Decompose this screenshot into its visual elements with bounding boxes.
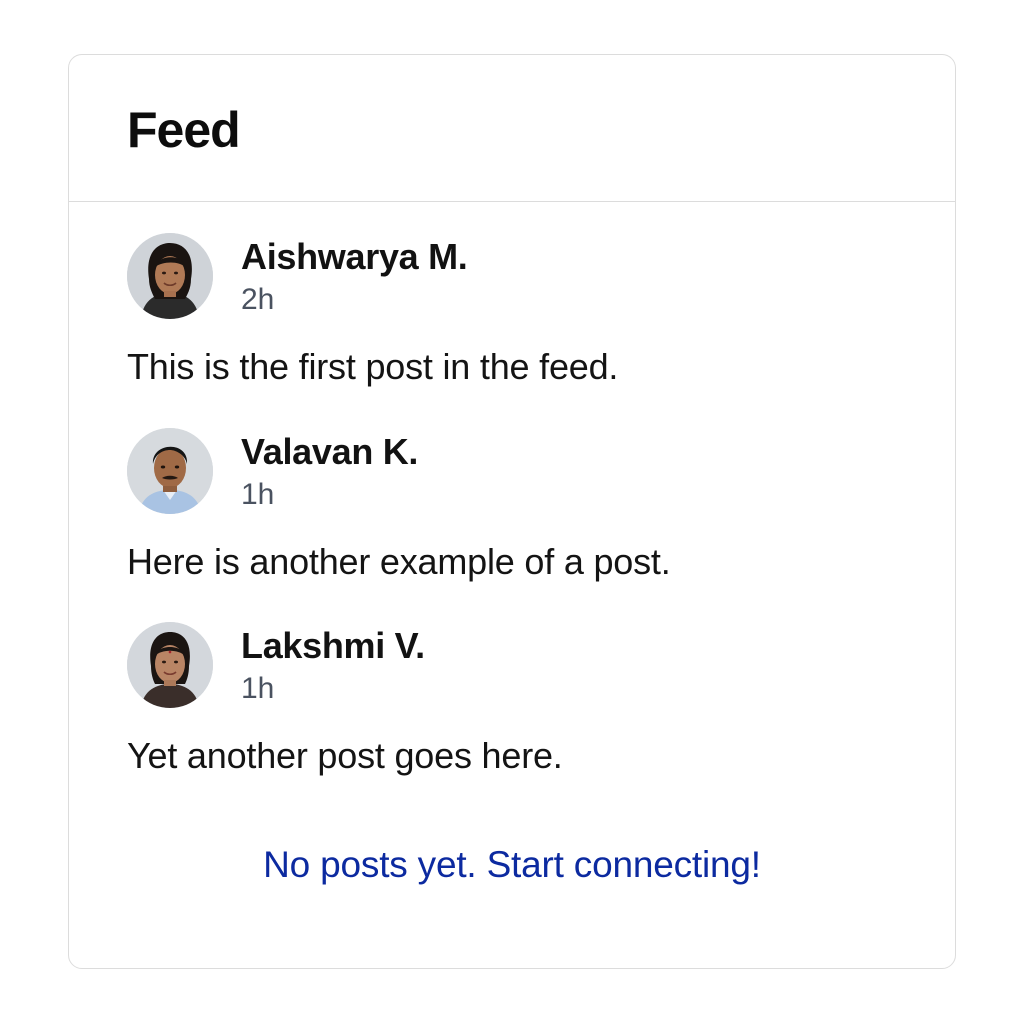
feed-title: Feed — [127, 102, 241, 158]
post-text: Yet another post goes here. — [127, 735, 563, 776]
avatar[interactable] — [127, 233, 213, 319]
post-author[interactable]: Valavan K. — [241, 434, 418, 470]
woman-portrait-icon — [127, 622, 213, 708]
avatar[interactable] — [127, 428, 213, 514]
feed-post[interactable]: Lakshmi V. 1h Yet another post goes here… — [127, 622, 897, 774]
post-timestamp: 1h — [241, 672, 275, 705]
post-timestamp: 2h — [241, 283, 275, 316]
feed-post[interactable]: Valavan K. 1h Here is another example of… — [127, 428, 897, 580]
post-header: Aishwarya M. 2h — [127, 233, 897, 321]
man-portrait-icon — [127, 428, 213, 514]
post-timestamp: 1h — [241, 478, 275, 511]
post-header: Valavan K. 1h — [127, 428, 897, 516]
post-author[interactable]: Aishwarya M. — [241, 239, 468, 275]
woman-portrait-icon — [127, 233, 213, 319]
feed-card: Feed Aishwarya M. 2h This is the first p… — [68, 54, 956, 969]
post-header: Lakshmi V. 1h — [127, 622, 897, 710]
post-author[interactable]: Lakshmi V. — [241, 628, 425, 664]
avatar[interactable] — [127, 622, 213, 708]
post-text: Here is another example of a post. — [127, 541, 671, 582]
feed-post[interactable]: Aishwarya M. 2h This is the first post i… — [127, 233, 897, 385]
start-connecting-link[interactable]: No posts yet. Start connecting! — [69, 846, 955, 883]
post-text: This is the first post in the feed. — [127, 346, 619, 387]
feed-header: Feed — [69, 55, 955, 202]
